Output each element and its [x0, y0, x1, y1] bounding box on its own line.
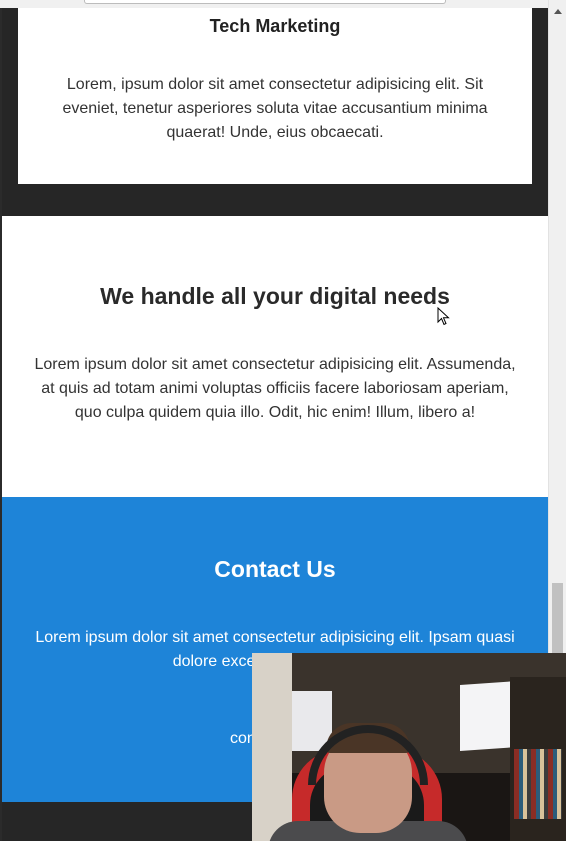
- contact-title: Contact Us: [214, 556, 336, 582]
- service-card-text: Lorem, ipsum dolor sit amet consectetur …: [62, 76, 488, 141]
- webcam-overlay: [252, 653, 566, 841]
- address-bar[interactable]: [84, 0, 446, 4]
- arrow-cursor-icon: [437, 307, 450, 326]
- digital-needs-title: We handle all your digital needs: [100, 283, 450, 309]
- browser-chrome: [0, 0, 548, 8]
- digital-needs-section: We handle all your digital needs Lorem i…: [2, 216, 548, 497]
- webcam-wall-beam: [252, 653, 292, 841]
- digital-needs-text: Lorem ipsum dolor sit amet consectetur a…: [34, 356, 516, 421]
- service-card-tech-marketing: Tech Marketing Lorem, ipsum dolor sit am…: [18, 8, 532, 184]
- scroll-up-arrow-icon[interactable]: [554, 9, 562, 14]
- services-section: Tech Marketing Lorem, ipsum dolor sit am…: [2, 8, 548, 216]
- scrollbar-thumb[interactable]: [552, 583, 563, 653]
- webcam-books: [514, 749, 562, 819]
- service-card-title: Tech Marketing: [209, 16, 341, 36]
